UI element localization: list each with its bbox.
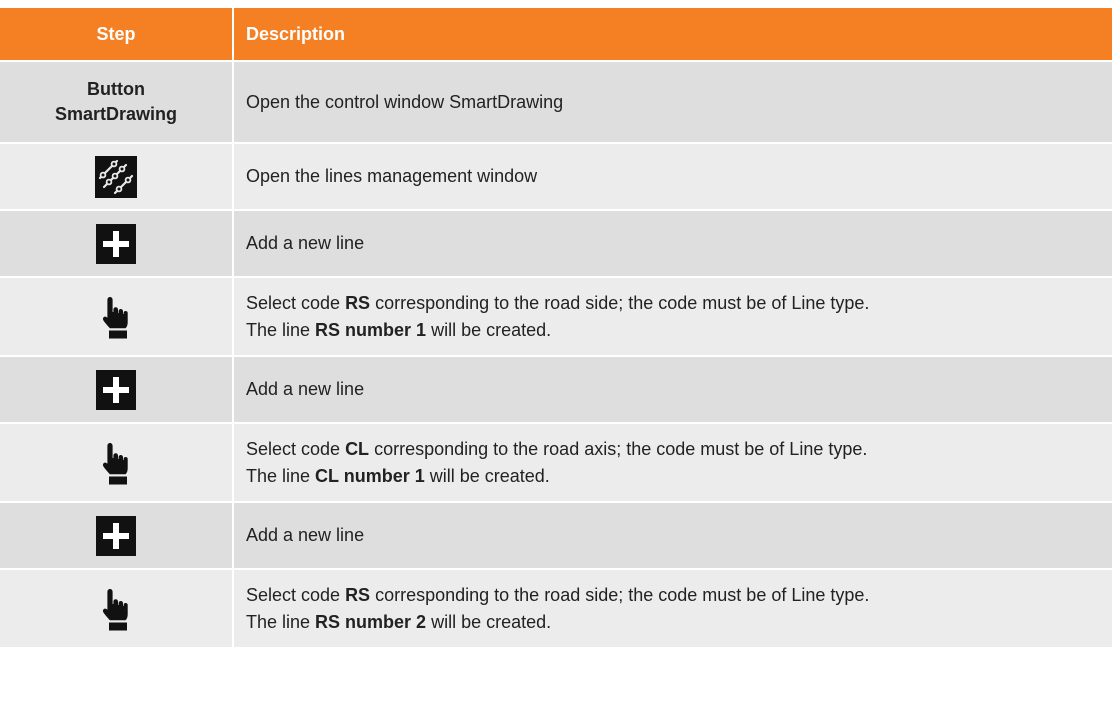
steps-table: Step Description Button SmartDrawing Open… (0, 8, 1112, 649)
lines-management-icon (95, 155, 137, 198)
plus-icon (96, 369, 136, 410)
description-text: The line (246, 465, 316, 486)
table-row: Add a new line (0, 357, 1112, 424)
header-description: Description (234, 8, 1112, 62)
description-text: will be created. (424, 465, 550, 486)
step-cell (0, 144, 234, 211)
step-cell (0, 211, 234, 278)
step-cell (0, 503, 234, 570)
table-header-row: Step Description (0, 8, 1112, 62)
step-cell (0, 570, 234, 649)
table-row: Add a new line (0, 211, 1112, 278)
description-emphasis: CL number 1 (315, 465, 425, 486)
description-text: Open the control window SmartDrawing (246, 91, 564, 112)
description-emphasis: RS number 1 (315, 319, 427, 340)
plus-icon (96, 515, 136, 556)
hand-pointer-icon (101, 295, 131, 339)
description-text: The line (246, 319, 316, 340)
description-text: corresponding to the road side; the code… (370, 292, 870, 313)
description-text: Add a new line (246, 379, 365, 399)
description-cell: Open the control window SmartDrawing (234, 62, 1112, 144)
hand-pointer-icon (101, 587, 131, 631)
description-emphasis: RS number 2 (315, 611, 427, 632)
description-cell: Open the lines management window (234, 144, 1112, 211)
table-row: Select code RS corresponding to the road… (0, 570, 1112, 649)
description-text: will be created. (426, 319, 552, 340)
step-cell (0, 357, 234, 424)
step-cell (0, 278, 234, 357)
description-cell: Select code RS corresponding to the road… (234, 570, 1112, 649)
table-row: Button SmartDrawing Open the control wind… (0, 62, 1112, 144)
description-text: Open the lines management window (246, 166, 538, 186)
description-text: Select code (246, 584, 346, 605)
description-cell: Select code RS corresponding to the road… (234, 278, 1112, 357)
description-text: will be created. (426, 611, 552, 632)
step-label: Button SmartDrawing (54, 79, 178, 124)
description-text: Add a new line (246, 525, 365, 545)
step-cell: Button SmartDrawing (0, 62, 234, 144)
description-cell: Add a new line (234, 211, 1112, 278)
hand-pointer-icon (101, 441, 131, 485)
description-text: Add a new line (246, 233, 365, 253)
description-emphasis: CL (345, 438, 370, 459)
table-row: Select code RS corresponding to the road… (0, 278, 1112, 357)
description-cell: Add a new line (234, 357, 1112, 424)
table-row: Add a new line (0, 503, 1112, 570)
header-step: Step (0, 8, 234, 62)
step-cell (0, 424, 234, 503)
description-cell: Select code CL corresponding to the road… (234, 424, 1112, 503)
table-row: Open the lines management window (0, 144, 1112, 211)
table-body: Button SmartDrawing Open the control wind… (0, 62, 1112, 649)
plus-icon (96, 223, 136, 264)
description-text: Select code (246, 438, 346, 459)
description-text: Select code (246, 292, 346, 313)
description-text: corresponding to the road side; the code… (370, 584, 870, 605)
description-cell: Add a new line (234, 503, 1112, 570)
description-text: corresponding to the road axis; the code… (369, 438, 868, 459)
description-text: The line (246, 611, 316, 632)
table-row: Select code CL corresponding to the road… (0, 424, 1112, 503)
description-emphasis: RS (345, 292, 371, 313)
description-emphasis: RS (345, 584, 371, 605)
